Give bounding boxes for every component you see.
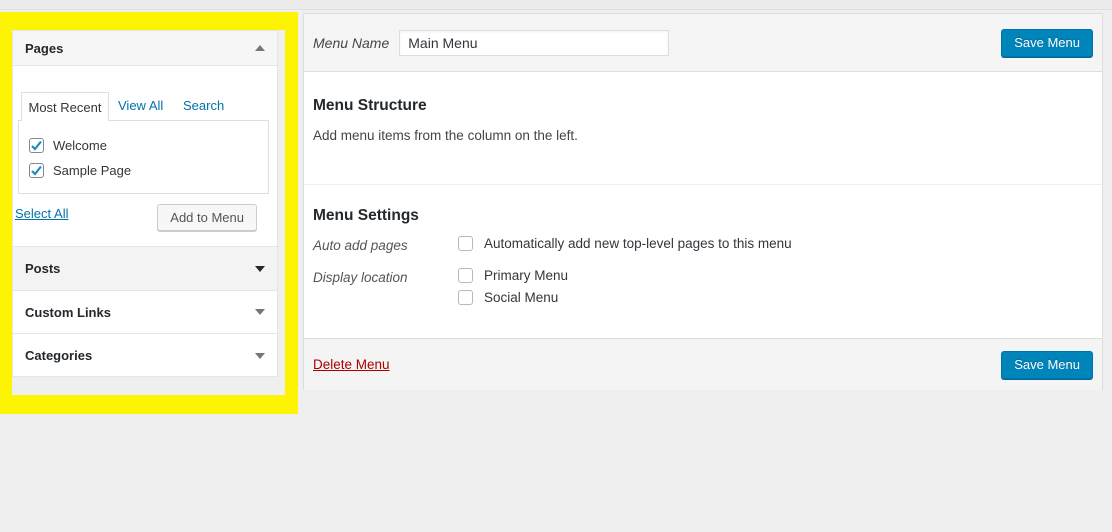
menu-name-input[interactable] bbox=[399, 29, 670, 56]
menu-editor-footer: Delete Menu Save Menu bbox=[304, 338, 1102, 390]
checkbox-welcome[interactable] bbox=[29, 138, 44, 153]
checkbox-sample-page[interactable] bbox=[29, 163, 44, 178]
collapse-icon[interactable] bbox=[255, 45, 265, 51]
list-item: Sample Page bbox=[29, 158, 268, 183]
menu-structure-title: Menu Structure bbox=[313, 97, 427, 114]
accordion-custom-links-title: Custom Links bbox=[25, 304, 111, 320]
display-location-social-option: Social Menu bbox=[458, 290, 558, 305]
auto-add-pages-option-label: Automatically add new top-level pages to… bbox=[484, 236, 792, 251]
save-menu-button-top[interactable]: Save Menu bbox=[1001, 28, 1093, 57]
accordion-categories-title: Categories bbox=[25, 348, 93, 363]
expand-icon[interactable] bbox=[255, 352, 265, 359]
tab-most-recent-label: Most Recent bbox=[28, 99, 102, 115]
checkbox-auto-add-pages[interactable] bbox=[458, 236, 473, 251]
display-location-primary-option: Primary Menu bbox=[458, 268, 568, 283]
expand-icon[interactable] bbox=[255, 265, 265, 272]
accordion-posts[interactable]: Posts bbox=[13, 246, 277, 290]
display-location-label: Display location bbox=[313, 270, 408, 285]
check-icon bbox=[31, 165, 42, 176]
delete-menu-link[interactable]: Delete Menu bbox=[313, 357, 390, 372]
pages-panel-body: Most Recent View All Search Welcome Samp… bbox=[13, 66, 277, 246]
tab-view-all[interactable]: View All bbox=[118, 98, 163, 113]
expand-icon[interactable] bbox=[255, 309, 265, 315]
accordion-pages-title: Pages bbox=[25, 40, 64, 56]
save-menu-button-bottom[interactable]: Save Menu bbox=[1001, 350, 1093, 379]
section-divider bbox=[304, 184, 1102, 185]
menu-name-bar: Menu Name Save Menu bbox=[304, 14, 1102, 72]
accordion-custom-links[interactable]: Custom Links bbox=[13, 290, 277, 333]
check-icon bbox=[31, 140, 42, 151]
tab-search[interactable]: Search bbox=[183, 98, 224, 113]
primary-menu-option-label: Primary Menu bbox=[484, 268, 569, 283]
menu-editor-panel: Menu Name Save Menu Menu Structure Add m… bbox=[303, 13, 1103, 390]
add-menu-items-column: Pages Most Recent View All Search Welcom… bbox=[12, 30, 278, 377]
auto-add-pages-label: Auto add pages bbox=[313, 238, 408, 253]
tab-most-recent[interactable]: Most Recent bbox=[21, 92, 109, 121]
checkbox-social-menu[interactable] bbox=[458, 290, 473, 305]
menu-structure-description: Add menu items from the column on the le… bbox=[313, 128, 578, 143]
page-top-strip bbox=[0, 0, 1112, 10]
wordpress-menus-screen: Pages Most Recent View All Search Welcom… bbox=[0, 0, 1112, 532]
list-item: Welcome bbox=[29, 133, 268, 158]
page-item-label: Welcome bbox=[53, 138, 107, 153]
pages-checklist: Welcome Sample Page bbox=[18, 120, 269, 194]
accordion-categories[interactable]: Categories bbox=[13, 333, 277, 377]
select-all-link[interactable]: Select All bbox=[15, 206, 68, 221]
auto-add-pages-option: Automatically add new top-level pages to… bbox=[458, 236, 792, 251]
page-item-label: Sample Page bbox=[53, 163, 132, 178]
checkbox-primary-menu[interactable] bbox=[458, 268, 473, 283]
accordion-posts-title: Posts bbox=[25, 261, 61, 276]
social-menu-option-label: Social Menu bbox=[484, 290, 559, 305]
menu-settings-title: Menu Settings bbox=[313, 207, 419, 224]
add-to-menu-button[interactable]: Add to Menu bbox=[157, 204, 257, 231]
accordion-pages[interactable]: Pages bbox=[13, 31, 277, 66]
menu-name-label: Menu Name bbox=[313, 34, 390, 51]
